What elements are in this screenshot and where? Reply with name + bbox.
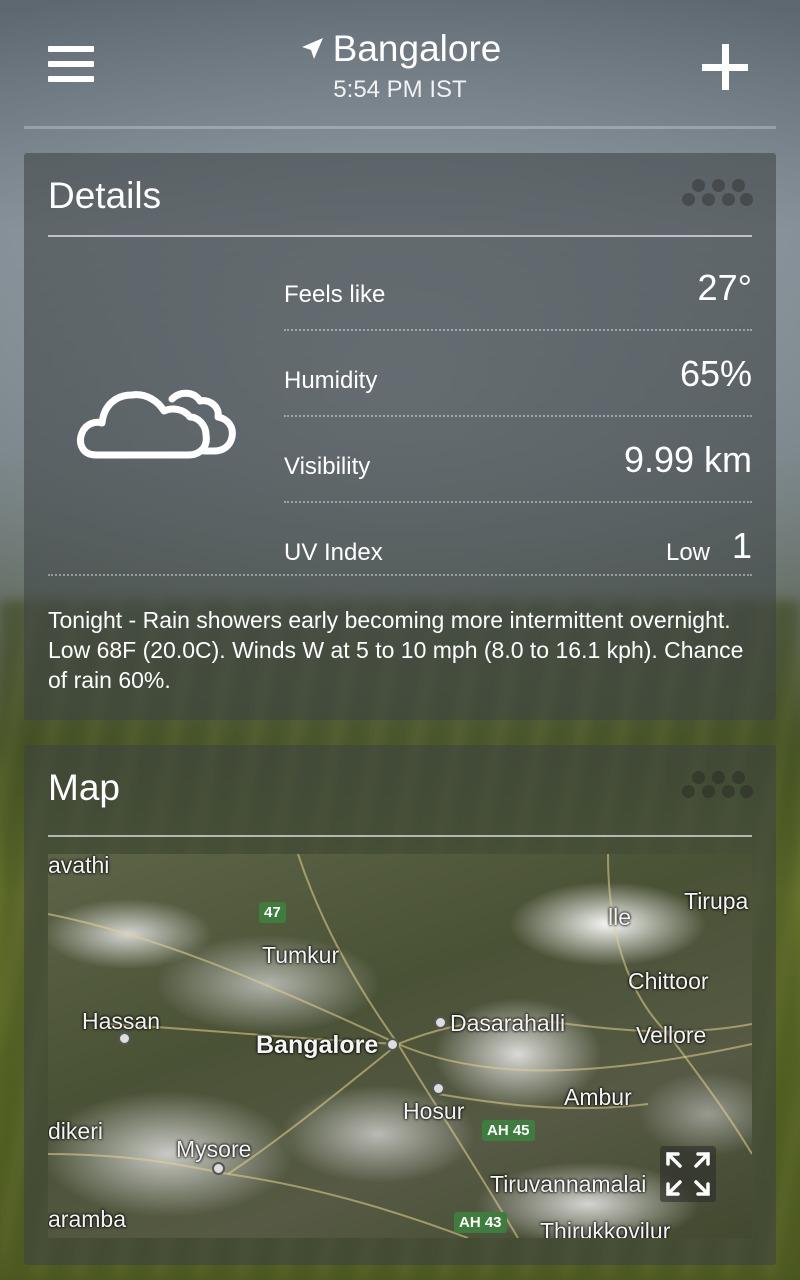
map-place: Tiruvannamalai: [490, 1171, 647, 1197]
map-city-marker: [118, 1032, 131, 1045]
forecast-description: Tonight - Rain showers early becoming mo…: [48, 607, 744, 693]
map-place: Hosur: [403, 1098, 465, 1124]
map-city-marker: [386, 1038, 399, 1051]
visibility-row: Visibility 9.99 km: [284, 417, 752, 503]
map-city-marker: [434, 1016, 447, 1029]
details-list: Feels like 27° Humidity 65% Visibility 9…: [284, 245, 752, 587]
map-place: Tumkur: [262, 942, 340, 968]
map-city-marker: [212, 1162, 225, 1175]
location-block[interactable]: Bangalore 5:54 PM IST: [0, 28, 800, 104]
feels-like-value: 27°: [697, 267, 752, 308]
map-card: Map avathi Tumkur Tirupa Chittoor Hassan…: [24, 745, 776, 1265]
map-place: dikeri: [48, 1118, 103, 1144]
map-place: Vellore: [636, 1022, 707, 1048]
location-name: Bangalore: [332, 28, 502, 69]
drag-handle-icon[interactable]: [678, 771, 753, 801]
map-place: Chittoor: [628, 968, 709, 994]
map-place: lle: [608, 904, 632, 930]
visibility-value: 9.99 km: [623, 439, 752, 480]
expand-fullscreen-icon[interactable]: [660, 1146, 716, 1202]
map-city-marker: [432, 1082, 445, 1095]
map-title: Map: [48, 767, 120, 808]
feels-like-row: Feels like 27°: [284, 245, 752, 331]
uv-index-level: Low: [665, 539, 710, 566]
details-title: Details: [48, 175, 162, 216]
highway-shield: 47: [259, 902, 286, 923]
app-header: Bangalore 5:54 PM IST: [0, 0, 800, 125]
map-title-rule: [48, 835, 752, 837]
map-place: aramba: [48, 1206, 126, 1232]
feels-like-label: Feels like: [284, 281, 386, 308]
location-arrow-icon: [301, 38, 323, 59]
details-title-rule: [48, 235, 752, 237]
map-place: avathi: [48, 854, 110, 878]
map-place: Bangalore: [256, 1031, 379, 1059]
uv-index-label: UV Index: [284, 539, 383, 566]
map-place: Dasarahalli: [450, 1010, 566, 1036]
map-place: Tirupa: [684, 888, 749, 914]
visibility-label: Visibility: [284, 453, 371, 480]
map-place: Mysore: [176, 1136, 252, 1162]
details-divider: [48, 574, 752, 576]
humidity-label: Humidity: [284, 367, 378, 394]
map-place: Ambur: [564, 1084, 632, 1110]
local-time: 5:54 PM IST: [333, 76, 467, 103]
cloud-icon: [77, 389, 236, 459]
highway-shield: AH 45: [482, 1120, 535, 1141]
humidity-row: Humidity 65%: [284, 331, 752, 417]
plus-icon[interactable]: [700, 42, 750, 92]
map-place: Thirukkovilur: [540, 1218, 671, 1238]
map-place: Hassan: [82, 1008, 160, 1034]
uv-index-value: 1: [731, 525, 752, 566]
drag-handle-icon[interactable]: [678, 179, 753, 209]
radar-map[interactable]: avathi Tumkur Tirupa Chittoor Hassan Ban…: [48, 854, 752, 1238]
details-card: Details Feels like 27° Humidity 65% Visi…: [24, 153, 776, 720]
humidity-value: 65%: [679, 353, 752, 394]
highway-shield: AH 43: [454, 1212, 507, 1233]
header-divider: [24, 126, 776, 129]
